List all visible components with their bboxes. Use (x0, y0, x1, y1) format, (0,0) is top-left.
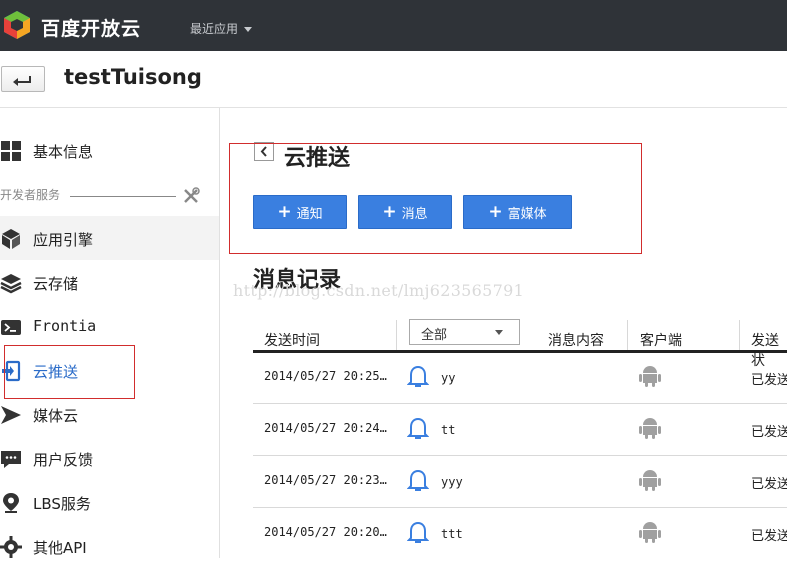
sidebar-item-label: LBS服务 (33, 495, 91, 513)
sidebar-item-label: Frontia (33, 317, 97, 335)
plus-icon: + (277, 202, 292, 222)
push-icon (2, 360, 21, 382)
sidebar-item-cloud-push[interactable]: 云推送 (0, 348, 219, 392)
bell-icon (407, 521, 429, 543)
column-divider (396, 320, 397, 350)
send-time: 2014/05/27 20:24… (264, 421, 387, 435)
sidebar-item-label: 基本信息 (33, 143, 94, 161)
return-arrow-icon (13, 76, 31, 86)
send-time: 2014/05/27 20:25… (264, 369, 387, 383)
app-header: testTuisong (0, 51, 787, 108)
chevron-down-icon (244, 27, 253, 32)
send-time: 2014/05/27 20:23… (264, 473, 387, 487)
cube-icon (2, 229, 20, 249)
filter-selected-value: 全部 (421, 328, 448, 343)
android-icon (639, 418, 661, 439)
top-navigation-bar: 百度开放云 最近应用 (0, 0, 787, 51)
sidebar-item-app-engine[interactable]: 应用引擎 (0, 216, 219, 260)
sidebar: 基本信息 开发者服务 应用引擎 云存储 Frontia 云推送 媒体云 用户反馈… (0, 108, 220, 558)
baidu-cloud-logo-icon[interactable] (2, 10, 32, 40)
sidebar-item-label: 云存储 (33, 275, 79, 293)
section-divider (70, 196, 176, 197)
bell-icon (407, 417, 429, 439)
sidebar-item-lbs-service[interactable]: LBS服务 (0, 480, 219, 524)
grid-icon (1, 141, 21, 161)
location-pin-icon (3, 493, 19, 513)
sidebar-item-label: 云推送 (33, 363, 79, 381)
sidebar-item-media-cloud[interactable]: 媒体云 (0, 392, 219, 436)
plus-icon: + (382, 202, 397, 222)
chevron-down-icon (495, 330, 503, 335)
column-header-content: 消息内容 (548, 333, 604, 349)
developer-services-section: 开发者服务 (0, 186, 219, 206)
sidebar-item-label: 媒体云 (33, 407, 79, 425)
message-type-filter[interactable]: 全部 (409, 319, 520, 345)
bell-icon (407, 365, 429, 387)
send-status: 已发送 (751, 373, 787, 388)
table-row[interactable]: 2014/05/27 20:20… ttt 已发送 (253, 508, 787, 559)
button-label: 通知 (296, 206, 323, 222)
gear-icon (0, 536, 22, 558)
brand-name[interactable]: 百度开放云 (41, 14, 141, 41)
column-divider (739, 320, 740, 350)
message-content: tt (441, 423, 456, 437)
send-time: 2014/05/27 20:20… (264, 525, 387, 539)
layers-icon (0, 274, 22, 294)
sidebar-item-label: 其他API (33, 539, 87, 557)
section-label: 开发者服务 (0, 188, 61, 202)
play-icon (1, 406, 21, 424)
sidebar-item-other-api[interactable]: 其他API (0, 524, 219, 568)
button-label: 富媒体 (507, 206, 547, 222)
sidebar-item-cloud-storage[interactable]: 云存储 (0, 260, 219, 304)
rich-media-button[interactable]: + 富媒体 (463, 195, 572, 229)
back-button[interactable] (1, 66, 45, 92)
send-status: 已发送 (751, 529, 787, 544)
message-content: yyy (441, 475, 463, 489)
sidebar-item-frontia[interactable]: Frontia (0, 304, 219, 348)
column-header-client: 客户端 (640, 333, 682, 349)
message-content: yy (441, 371, 456, 385)
sidebar-item-label: 用户反馈 (33, 451, 94, 469)
tools-icon[interactable] (182, 187, 200, 205)
column-divider (627, 320, 628, 350)
table-header: 发送时间 消息内容 客户端 发送状 (253, 318, 787, 369)
bell-icon (407, 469, 429, 491)
page-title: 云推送 (284, 146, 351, 171)
table-row[interactable]: 2014/05/27 20:25… yy 已发送 (253, 352, 787, 404)
sidebar-item-user-feedback[interactable]: 用户反馈 (0, 436, 219, 480)
app-title: testTuisong (64, 65, 202, 89)
message-content: ttt (441, 527, 463, 541)
table-row[interactable]: 2014/05/27 20:24… tt 已发送 (253, 404, 787, 456)
send-status: 已发送 (751, 425, 787, 440)
column-header-send-time: 发送时间 (264, 333, 320, 349)
terminal-icon (1, 320, 21, 335)
notification-button[interactable]: + 通知 (253, 195, 347, 229)
send-status: 已发送 (751, 477, 787, 492)
android-icon (639, 366, 661, 387)
plus-icon: + (488, 202, 503, 222)
collapse-button[interactable] (254, 142, 274, 161)
message-button[interactable]: + 消息 (358, 195, 452, 229)
chat-icon (1, 451, 21, 468)
android-icon (639, 522, 661, 543)
android-icon (639, 470, 661, 491)
sidebar-item-basic-info[interactable]: 基本信息 (0, 128, 219, 172)
table-row[interactable]: 2014/05/27 20:23… yyy 已发送 (253, 456, 787, 508)
chevron-left-icon (260, 146, 267, 157)
button-label: 消息 (401, 206, 428, 222)
recent-apps-menu[interactable]: 最近应用 (190, 20, 253, 37)
watermark: http://blog.csdn.net/lmj623565791 (233, 281, 525, 300)
sidebar-item-label: 应用引擎 (33, 231, 94, 249)
recent-apps-label: 最近应用 (190, 22, 239, 36)
